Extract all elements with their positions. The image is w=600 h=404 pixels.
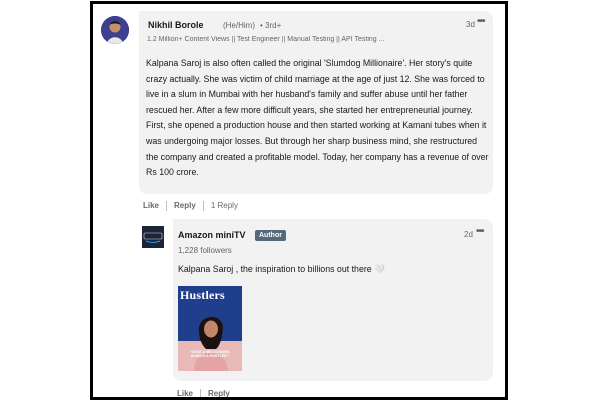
reply-button[interactable]: Reply [208,389,230,398]
comment-actions: Like Reply 1 Reply [143,201,238,211]
comment-time: 3d [466,20,475,29]
reply-time: 2d [464,230,473,239]
connection-degree: • 3rd+ [260,21,282,30]
reply-image[interactable]: Hustlers "ONCE A MILLIONAIRE, ALWAYS A H… [178,286,242,371]
comment-text: Kalpana Saroj is also often called the o… [146,58,489,178]
like-button[interactable]: Like [143,201,159,210]
follower-count: 1,228 followers [178,246,232,255]
reply-author-name[interactable]: Amazon miniTV [178,230,246,240]
poster-title: Hustlers [180,288,225,302]
logo-icon [142,226,164,248]
more-options-icon[interactable]: ••• [477,16,485,27]
profile-photo [101,16,129,44]
commenter-headline: 1.2 Million+ Content Views || Test Engin… [147,36,385,43]
more-options-icon[interactable]: ••• [476,226,484,237]
divider [166,201,168,211]
comment-thread: Nikhil Borole (He/Him) • 3rd+ 1.2 Millio… [90,1,508,400]
divider [202,201,204,211]
amazon-minitv-logo[interactable] [142,226,164,248]
reply-text: Kalpana Saroj , the inspiration to billi… [178,264,386,274]
author-badge: Author [255,230,286,241]
avatar[interactable] [101,16,129,44]
divider [200,389,202,399]
like-button[interactable]: Like [177,389,193,398]
reply-actions: Like Reply [177,389,230,399]
comment-bubble: Nikhil Borole (He/Him) • 3rd+ 1.2 Millio… [139,11,493,194]
poster-tagline: "ONCE A MILLIONAIRE, ALWAYS A HUSTLER." [189,349,231,359]
commenter-name[interactable]: Nikhil Borole [148,20,204,30]
reply-count-link[interactable]: 1 Reply [211,201,238,210]
commenter-pronouns: (He/Him) [223,21,255,30]
reply-button[interactable]: Reply [174,201,196,210]
reply-bubble: Amazon miniTV Author 1,228 followers 2d … [173,219,493,381]
